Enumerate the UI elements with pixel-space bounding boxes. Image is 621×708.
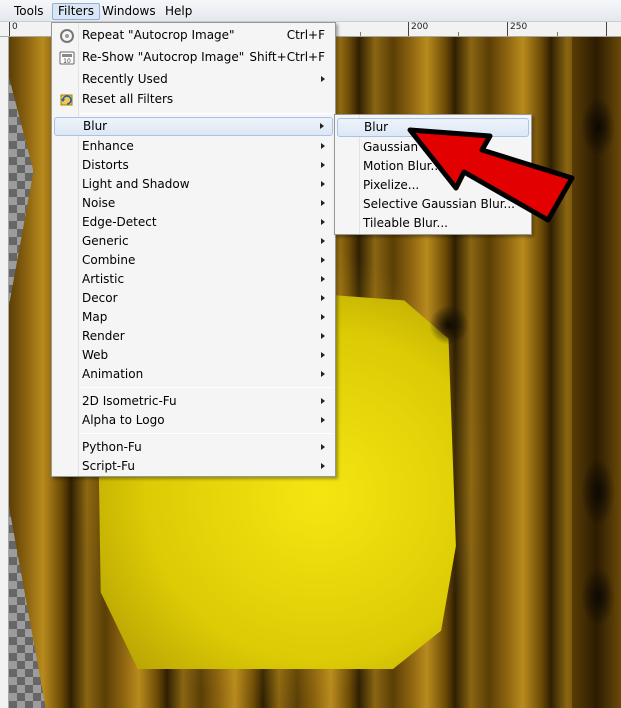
ruler-tick xyxy=(507,22,508,36)
menu-item-decor[interactable]: Decor xyxy=(54,289,333,308)
menu-windows[interactable]: Windows xyxy=(97,3,161,20)
menu-separator xyxy=(80,113,332,114)
submenu-arrow-icon xyxy=(321,76,325,82)
menu-item-script-fu[interactable]: Script-Fu xyxy=(54,457,333,476)
ruler-tick xyxy=(408,22,409,36)
dark-knot xyxy=(429,305,469,345)
menu-item-2d-isometric-fu[interactable]: 2D Isometric-Fu xyxy=(54,392,333,411)
menu-item-label: Combine xyxy=(82,253,136,267)
menu-item-artistic[interactable]: Artistic xyxy=(54,270,333,289)
menu-item-alpha-to-logo[interactable]: Alpha to Logo xyxy=(54,411,333,430)
menu-item-generic[interactable]: Generic xyxy=(54,232,333,251)
submenu-arrow-icon xyxy=(321,143,325,149)
menu-tools[interactable]: Tools xyxy=(9,3,49,20)
menu-shortcut: Ctrl+F xyxy=(286,28,325,42)
filters-menu: Repeat "Autocrop Image" Ctrl+F 10 Re-Sho… xyxy=(51,22,336,477)
dark-knot xyxy=(581,457,615,527)
menu-item-label: Artistic xyxy=(82,272,125,286)
menu-item-repeat[interactable]: Repeat "Autocrop Image" Ctrl+F xyxy=(54,26,333,45)
menu-item-python-fu[interactable]: Python-Fu xyxy=(54,438,333,457)
submenu-arrow-icon xyxy=(321,162,325,168)
menu-item-edge-detect[interactable]: Edge-Detect xyxy=(54,213,333,232)
menu-item-render[interactable]: Render xyxy=(54,327,333,346)
menu-item-enhance[interactable]: Enhance xyxy=(54,137,333,156)
menu-item-label: Re-Show "Autocrop Image" xyxy=(82,50,245,64)
ruler-label: 200 xyxy=(411,22,429,32)
submenu-arrow-icon xyxy=(321,398,325,404)
ruler-label: 0 xyxy=(12,22,18,32)
menu-item-label: Blur xyxy=(83,119,108,133)
dark-knot xyxy=(581,567,615,627)
menu-item-label: Script-Fu xyxy=(82,459,135,473)
reset-filters-icon xyxy=(60,94,73,106)
menu-item-label: Repeat "Autocrop Image" xyxy=(82,28,235,42)
menu-item-label: 2D Isometric-Fu xyxy=(82,394,177,408)
menu-separator xyxy=(80,433,332,434)
submenu-arrow-icon xyxy=(320,123,324,129)
menu-item-label: Distorts xyxy=(82,158,129,172)
menu-filters[interactable]: Filters xyxy=(52,3,100,20)
submenu-arrow-icon xyxy=(321,352,325,358)
submenu-arrow-icon xyxy=(321,333,325,339)
menu-item-map[interactable]: Map xyxy=(54,308,333,327)
menu-item-label: Generic xyxy=(82,234,129,248)
menu-item-label: Noise xyxy=(82,196,116,210)
menu-item-label: Decor xyxy=(82,291,118,305)
menu-item-blur[interactable]: Blur xyxy=(54,117,333,136)
menu-item-label: Alpha to Logo xyxy=(82,413,165,427)
menu-item-label: Map xyxy=(82,310,108,324)
menu-item-label: Render xyxy=(82,329,125,343)
ruler-label: 250 xyxy=(510,22,528,32)
menu-item-light-and-shadow[interactable]: Light and Shadow xyxy=(54,175,333,194)
svg-text:10: 10 xyxy=(63,58,71,65)
menu-item-recently-used[interactable]: Recently Used xyxy=(54,70,333,89)
menu-item-reshow[interactable]: 10 Re-Show "Autocrop Image" Shift+Ctrl+F xyxy=(54,48,333,67)
menu-help[interactable]: Help xyxy=(160,3,197,20)
menu-item-reset-filters[interactable]: Reset all Filters xyxy=(54,90,333,109)
menu-item-label: Animation xyxy=(82,367,144,381)
submenu-arrow-icon xyxy=(321,219,325,225)
menu-item-label: Enhance xyxy=(82,139,134,153)
menu-item-label: Recently Used xyxy=(82,72,168,86)
menu-item-label: Blur xyxy=(364,120,389,134)
red-arrow-icon xyxy=(407,127,575,223)
menu-item-label: Python-Fu xyxy=(82,440,142,454)
ruler-tick xyxy=(9,22,10,36)
menu-item-combine[interactable]: Combine xyxy=(54,251,333,270)
submenu-arrow-icon xyxy=(321,295,325,301)
submenu-arrow-icon xyxy=(321,444,325,450)
reshow-icon: 10 xyxy=(59,51,75,65)
menu-item-noise[interactable]: Noise xyxy=(54,194,333,213)
dark-knot xyxy=(581,97,615,157)
menu-item-label: Web xyxy=(82,348,109,362)
submenu-arrow-icon xyxy=(321,200,325,206)
menu-item-label: Reset all Filters xyxy=(82,92,174,106)
submenu-arrow-icon xyxy=(321,417,325,423)
submenu-arrow-icon xyxy=(321,257,325,263)
menu-item-distorts[interactable]: Distorts xyxy=(54,156,333,175)
repeat-icon xyxy=(60,29,74,43)
vertical-ruler[interactable] xyxy=(0,37,9,708)
submenu-arrow-icon xyxy=(321,181,325,187)
submenu-arrow-icon xyxy=(321,463,325,469)
menubar: Tools Filters Windows Help xyxy=(0,0,621,22)
menu-item-web[interactable]: Web xyxy=(54,346,333,365)
menu-separator xyxy=(80,387,332,388)
ruler-tick xyxy=(606,22,607,36)
menu-item-label: Edge-Detect xyxy=(82,215,157,229)
submenu-arrow-icon xyxy=(321,314,325,320)
submenu-arrow-icon xyxy=(321,371,325,377)
menu-shortcut: Shift+Ctrl+F xyxy=(249,50,325,64)
menu-item-label: Light and Shadow xyxy=(82,177,190,191)
submenu-arrow-icon xyxy=(321,238,325,244)
submenu-arrow-icon xyxy=(321,276,325,282)
menu-item-animation[interactable]: Animation xyxy=(54,365,333,384)
